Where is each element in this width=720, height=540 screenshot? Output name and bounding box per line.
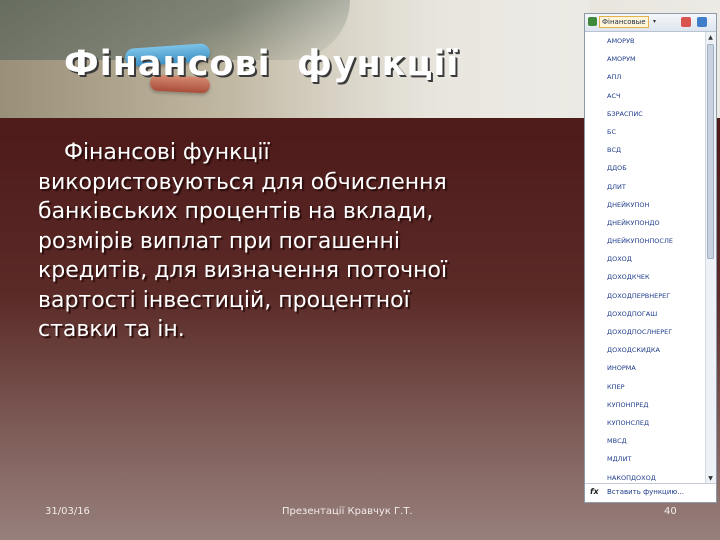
slide-title: Фінансові функції	[64, 44, 460, 84]
function-list-item[interactable]: ДНЕЙКУПОН	[585, 196, 707, 214]
scrollbar-thumb[interactable]	[707, 44, 714, 259]
page-number: 40	[664, 506, 677, 517]
function-category-label[interactable]: Фінансовые	[599, 16, 649, 28]
function-list-item[interactable]: АМОРУМ	[585, 50, 707, 68]
function-list-item[interactable]: ДОХОДСКИДКА	[585, 341, 707, 359]
insert-function-label: Вставить функцию...	[607, 488, 684, 496]
body-line: ставки та ін.	[38, 317, 185, 342]
function-list-item[interactable]: ДОХОДПОСЛНЕРЕГ	[585, 323, 707, 341]
fx-icon: fx	[590, 487, 599, 496]
footer-author: Презентації Кравчук Г.Т.	[282, 506, 413, 517]
slide-footer: 31/03/16 Презентації Кравчук Г.Т. 40	[0, 506, 720, 526]
body-line: розмірів виплат при погашенні	[38, 228, 400, 254]
function-list-item[interactable]: КПЕР	[585, 378, 707, 396]
function-list-item[interactable]: АСЧ	[585, 87, 707, 105]
function-list: АМОРУВ АМОРУМ АПЛ АСЧ БЗРАСПИС БС ВСД ДДОБ ДЛИТ Д…	[585, 32, 707, 487]
function-list-item[interactable]: ДНЕЙКУПОНПОСЛЕ	[585, 232, 707, 250]
body-line: Фінансові функції	[64, 140, 270, 165]
function-list-item[interactable]: КУПОНСЛЕД	[585, 414, 707, 432]
slide-body: Фінансові функції використовуються для о…	[38, 138, 578, 345]
function-toolbar: Фінансовые ▾	[585, 14, 716, 32]
body-line: кредитів, для визначення поточної	[38, 258, 448, 283]
function-list-scrollbar[interactable]: ▲ ▼	[705, 32, 716, 484]
body-line: використовуються для обчислення	[38, 169, 447, 195]
function-list-item[interactable]: ДДОБ	[585, 159, 707, 177]
insert-function-row[interactable]: fx Вставить функцию...	[585, 483, 716, 502]
function-list-item[interactable]: МДЛИТ	[585, 450, 707, 468]
function-list-item[interactable]: АПЛ	[585, 68, 707, 86]
function-list-item[interactable]: КУПОНПРЕД	[585, 396, 707, 414]
function-list-item[interactable]: ДНЕЙКУПОНДО	[585, 214, 707, 232]
chevron-down-icon[interactable]: ▾	[653, 18, 656, 25]
body-line: вартості інвестицій, процентної	[38, 287, 410, 313]
function-list-item[interactable]: ВСД	[585, 141, 707, 159]
function-list-item[interactable]: ДОХОД	[585, 250, 707, 268]
toolbar-blue-icon[interactable]	[697, 17, 707, 27]
financial-functions-dropdown: Фінансовые ▾ АМОРУВ АМОРУМ АПЛ АСЧ БЗРАСПИС Б…	[584, 13, 717, 503]
scroll-down-icon[interactable]: ▼	[707, 474, 714, 483]
function-list-item[interactable]: АМОРУВ	[585, 32, 707, 50]
function-category-icon[interactable]	[588, 17, 597, 26]
footer-date: 31/03/16	[45, 506, 90, 517]
function-list-item[interactable]: БС	[585, 123, 707, 141]
body-line: банківських процентів на вклади,	[38, 199, 434, 224]
function-list-item[interactable]: БЗРАСПИС	[585, 105, 707, 123]
function-list-item[interactable]: ДЛИТ	[585, 178, 707, 196]
function-list-item[interactable]: ДОХОДПЕРВНЕРЕГ	[585, 287, 707, 305]
function-list-item[interactable]: ДОХОДПОГАШ	[585, 305, 707, 323]
scroll-up-icon[interactable]: ▲	[707, 33, 714, 42]
function-list-item[interactable]: ИНОРМА	[585, 359, 707, 377]
function-list-item[interactable]: МВСД	[585, 432, 707, 450]
slide: Фінансові функції Фінансові функції вико…	[0, 0, 720, 540]
function-list-item[interactable]: ДОХОДКЧЕК	[585, 268, 707, 286]
toolbar-red-icon[interactable]	[681, 17, 691, 27]
